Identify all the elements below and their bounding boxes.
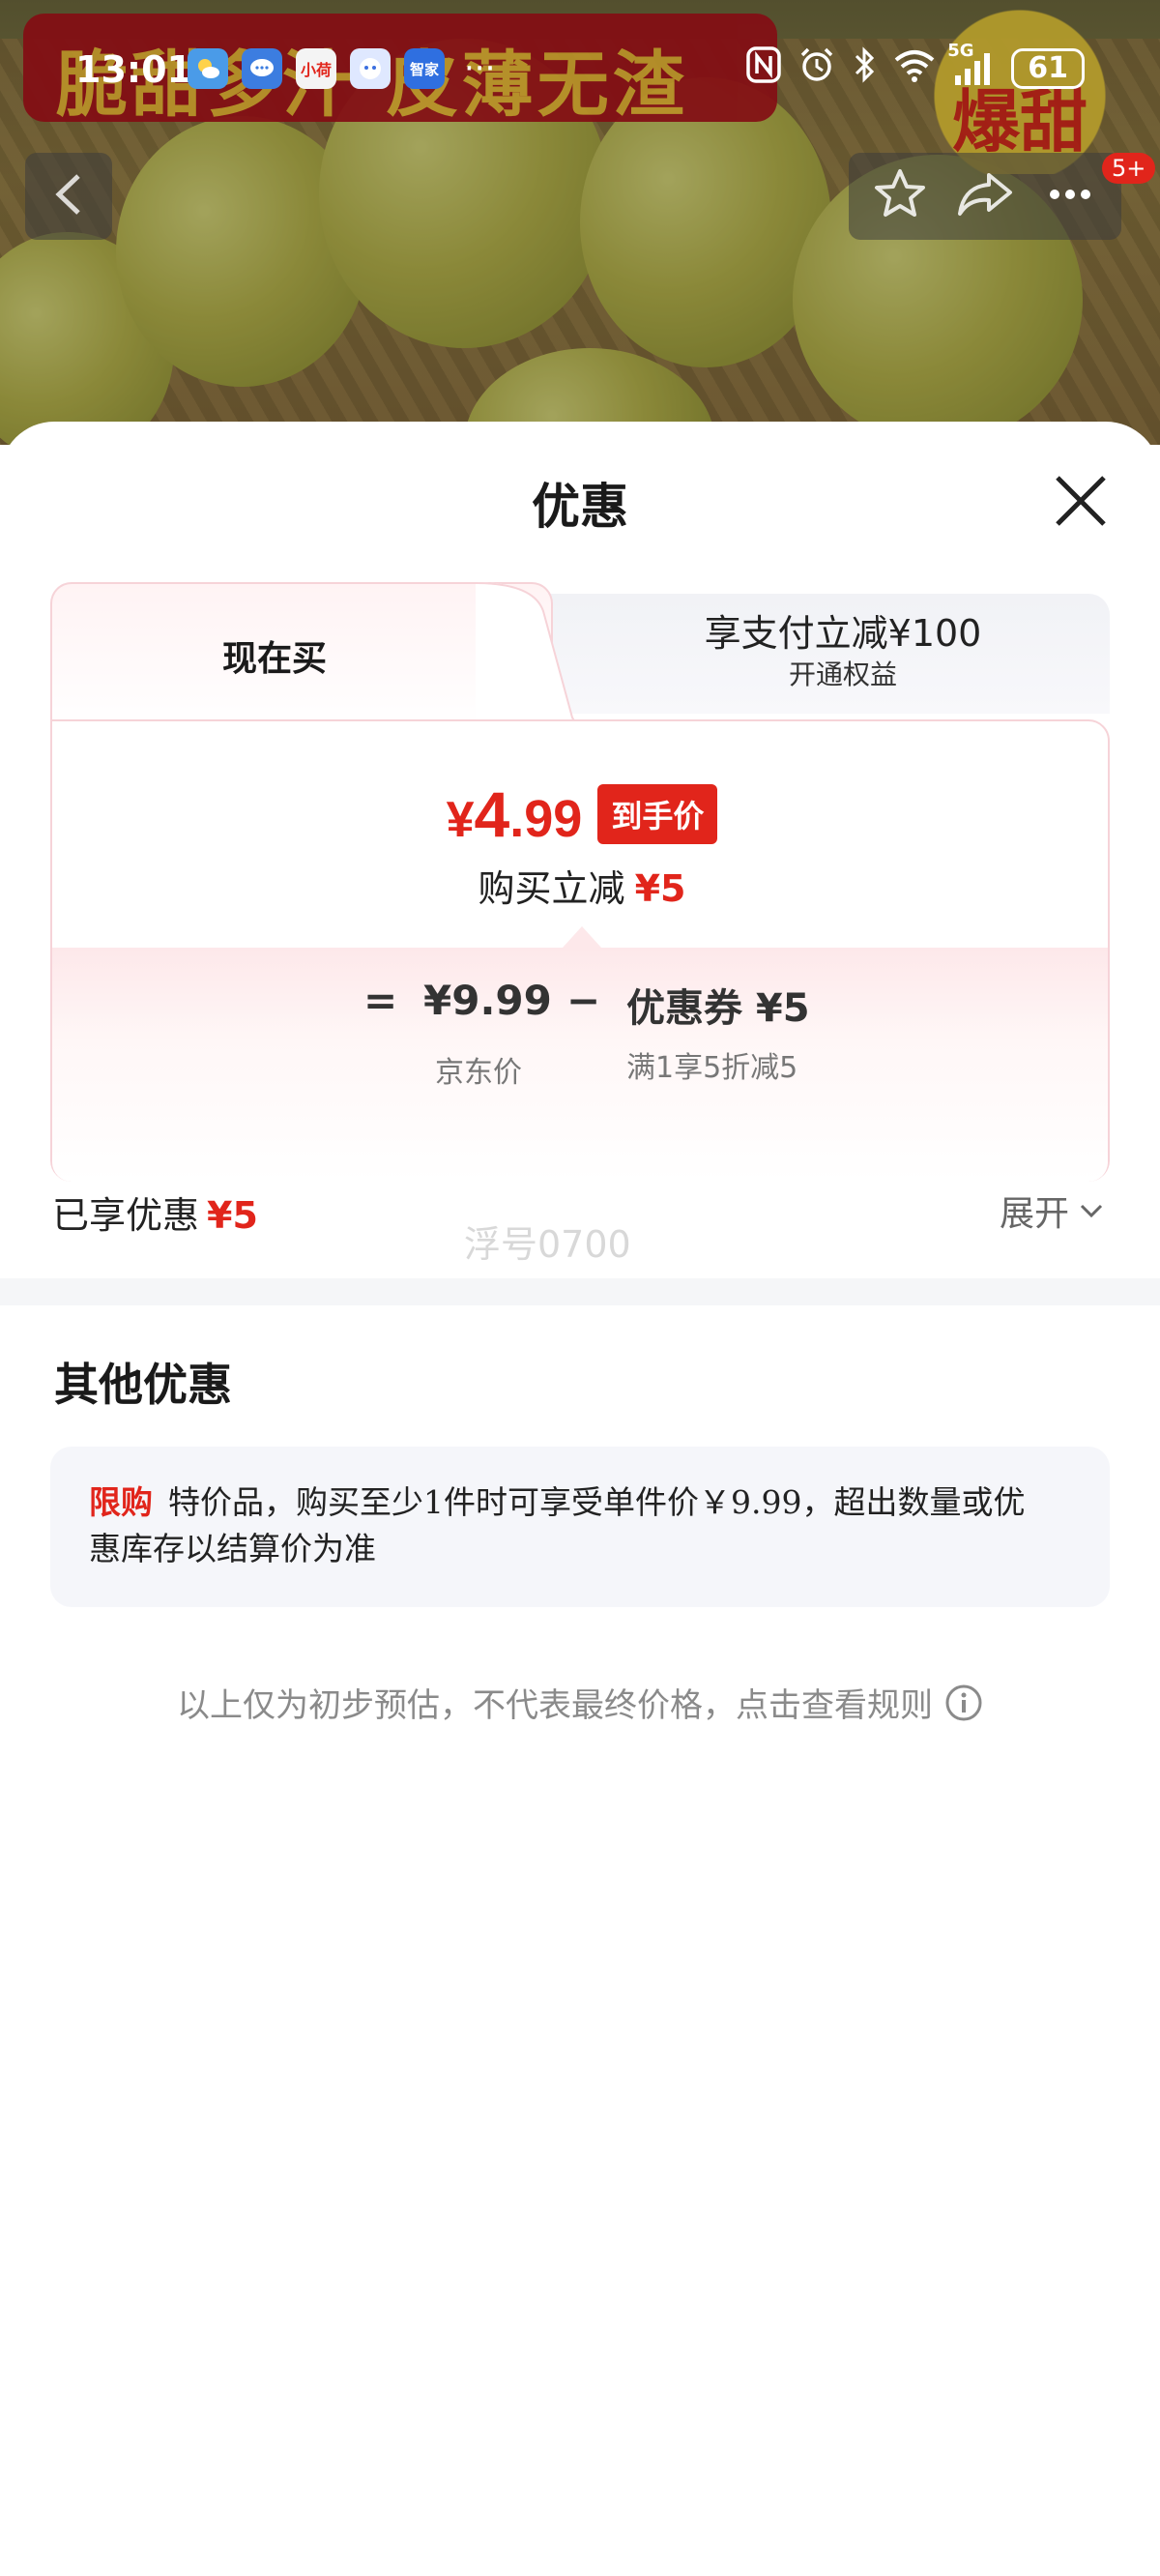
tab-pay-discount-subtitle: 开通权益 xyxy=(788,659,897,690)
more-button[interactable] xyxy=(1041,165,1099,227)
more-dots-icon xyxy=(1050,190,1090,199)
price-rule-text: 以上仅为初步预估，不代表最终价格，点击查看规则 xyxy=(177,1686,933,1725)
enjoyed-amount: ¥5 xyxy=(207,1194,258,1237)
other-discounts-title: 其他优惠 xyxy=(54,1359,232,1411)
chevron-down-icon xyxy=(1080,1204,1103,1218)
tab-pay-discount-title: 享支付立减¥100 xyxy=(704,612,982,655)
status-time: 13:01 xyxy=(75,48,192,91)
back-button[interactable] xyxy=(25,153,112,240)
reduce-amount: ¥5 xyxy=(634,867,686,910)
price-calculation: = ¥9.99 − 优惠券 ¥5 京东价 满1享5折减5 xyxy=(52,948,1108,1182)
price-rule-link[interactable]: 以上仅为初步预估，不代表最终价格，点击查看规则 xyxy=(0,1679,1160,1726)
xiaohongshu-icon: 小荷 xyxy=(296,48,336,89)
final-price: ¥4.99 xyxy=(447,777,583,851)
wifi-icon xyxy=(893,46,936,91)
message-icon xyxy=(242,48,282,89)
info-icon xyxy=(945,1684,982,1720)
final-price-tag: 到手价 xyxy=(597,784,718,844)
sheet-title: 优惠 xyxy=(532,478,628,535)
original-price-label: 京东价 xyxy=(435,1056,522,1090)
expand-label: 展开 xyxy=(1000,1194,1070,1234)
cart-count-badge: 5+ xyxy=(1102,153,1156,184)
network-type: 5G xyxy=(947,41,974,61)
notification-icons: 小荷 智家 ··· xyxy=(188,48,495,89)
battery-indicator: 61 xyxy=(1011,48,1085,89)
star-icon xyxy=(875,169,925,217)
favorite-button[interactable] xyxy=(871,165,929,227)
close-button[interactable] xyxy=(1050,470,1112,532)
weather-icon xyxy=(188,48,228,89)
status-bar: 13:01 小荷 智家 ··· 5G 61 xyxy=(0,39,1160,97)
smart-home-icon: 智家 xyxy=(404,48,445,89)
assistant-icon xyxy=(350,48,391,89)
tab-buy-now-label: 现在买 xyxy=(221,638,327,679)
top-action-bar xyxy=(849,153,1121,240)
expand-button[interactable]: 展开 xyxy=(1000,1186,1104,1236)
nfc-icon xyxy=(746,46,781,91)
enjoyed-discount: 已享优惠 ¥5 xyxy=(52,1186,258,1239)
price-breakdown: ¥4.99 到手价 购买立减 ¥5 = ¥9.99 − 优惠券 ¥5 京东价 满1… xyxy=(50,719,1110,1182)
price-decimal: .99 xyxy=(509,790,583,848)
reduce-label: 购买立减 xyxy=(478,867,625,910)
chevron-left-icon xyxy=(51,170,86,222)
minus-sign: − xyxy=(566,977,601,1024)
final-price-row: ¥4.99 到手价 xyxy=(52,777,1112,851)
limit-tag: 限购 xyxy=(89,1483,153,1521)
share-icon xyxy=(958,173,1012,216)
close-icon xyxy=(1056,476,1106,526)
instant-reduce: 购买立减 ¥5 xyxy=(52,859,1112,912)
enjoyed-label: 已享优惠 xyxy=(52,1194,200,1237)
limit-rule-text: 特价品，购买至少1件时可享受单件价￥9.99，超出数量或优惠库存以结算价为准 xyxy=(89,1483,1026,1567)
currency-symbol: ¥ xyxy=(446,792,475,848)
coupon-amount: 优惠券 ¥5 xyxy=(626,986,810,1031)
calc-pointer xyxy=(563,926,601,948)
price-tab-card: 享支付立减¥100 开通权益 现在买 ¥4.99 到手价 购买立减 ¥5 = ¥9 xyxy=(50,582,1110,1182)
tab-divider xyxy=(476,582,582,727)
discount-sheet: 优惠 享支付立减¥100 开通权益 现在买 ¥4.99 到手价 购买立减¥5 xyxy=(0,422,1160,2576)
price-integer: 4 xyxy=(474,778,510,850)
share-button[interactable] xyxy=(954,165,1016,227)
equals-sign: = xyxy=(363,977,398,1024)
system-icons: 5G 61 xyxy=(746,41,1085,91)
watermark-text: 浮号0700 xyxy=(464,1223,631,1266)
tab-pay-discount[interactable]: 享支付立减¥100 开通权益 xyxy=(505,594,1110,714)
coupon-condition: 满1享5折减5 xyxy=(626,1051,798,1085)
purchase-limit-rule: 限购 特价品，购买至少1件时可享受单件价￥9.99，超出数量或优惠库存以结算价为准 xyxy=(50,1447,1110,1607)
signal-icon: 5G xyxy=(947,41,994,87)
original-price: ¥9.99 xyxy=(423,977,552,1024)
bluetooth-icon xyxy=(853,46,876,91)
more-notifications-icon: ··· xyxy=(464,49,496,88)
alarm-icon xyxy=(798,46,835,91)
section-divider xyxy=(0,1278,1160,1305)
